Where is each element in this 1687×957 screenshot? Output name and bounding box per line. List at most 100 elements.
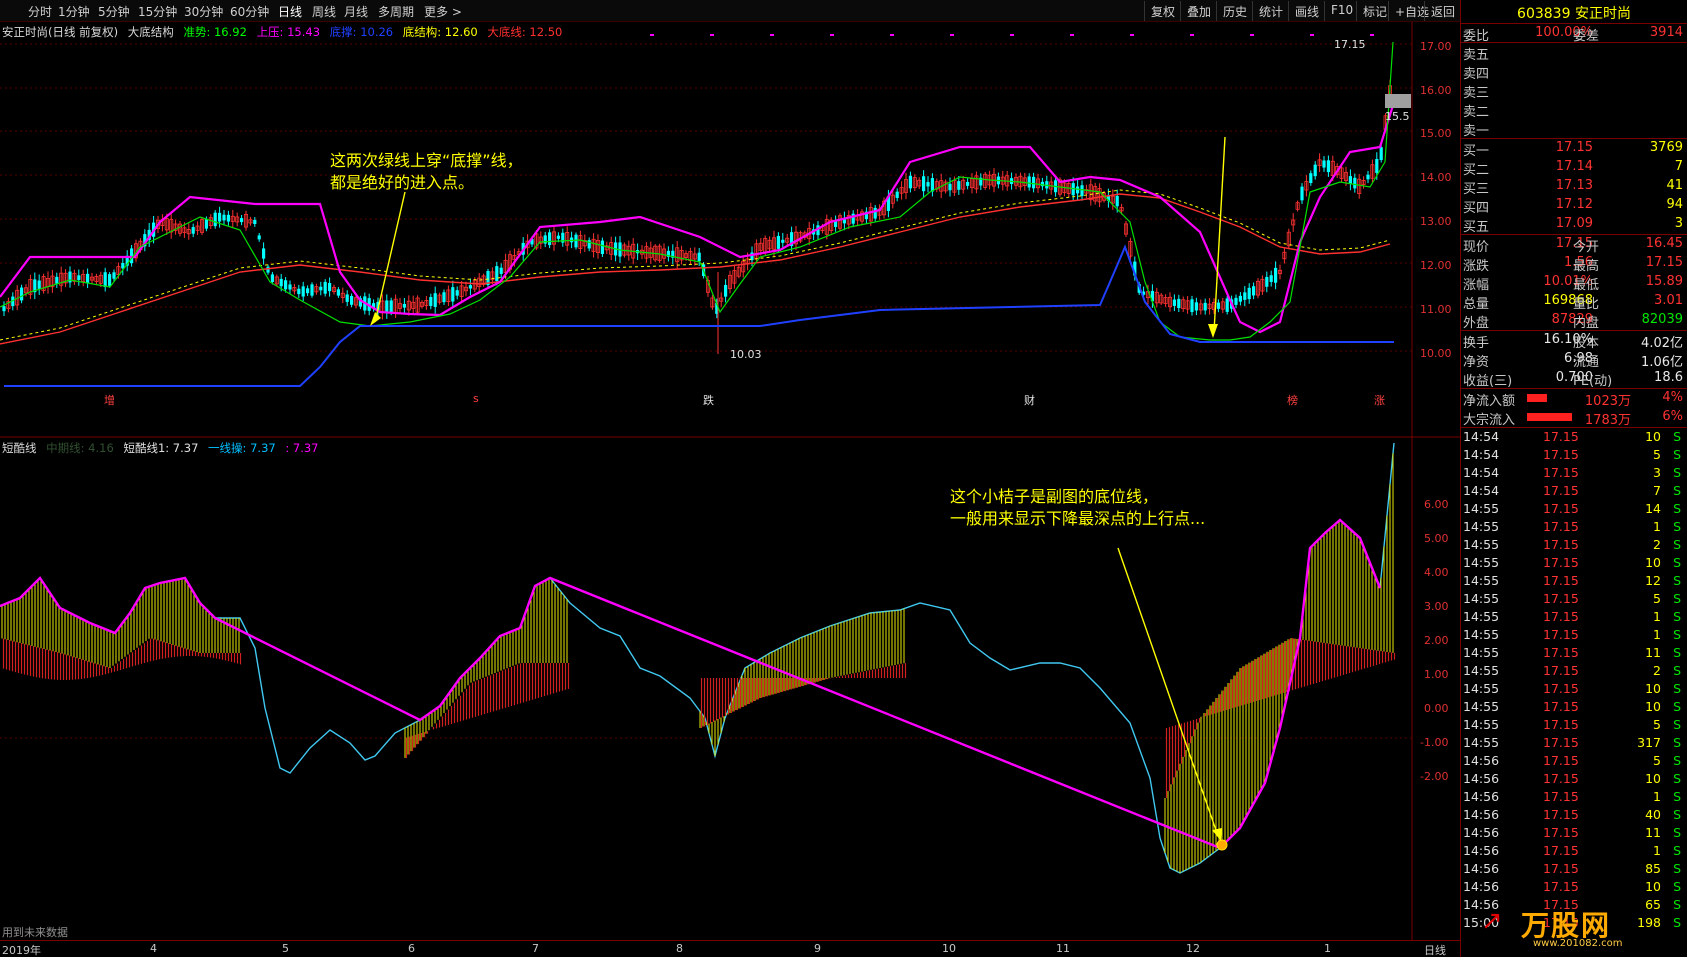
tick-price: 17.15 bbox=[1543, 699, 1579, 714]
top-marker bbox=[1070, 34, 1074, 36]
tick-side: S bbox=[1673, 627, 1681, 642]
candle-body bbox=[20, 287, 24, 301]
legend-short-line: 短酷线1: 7.37 bbox=[123, 441, 199, 455]
candle-body bbox=[108, 274, 112, 286]
bid-row: 买三 17.13 41 bbox=[1461, 177, 1687, 197]
candle-body bbox=[385, 300, 389, 313]
bid-price: 17.15 bbox=[1555, 140, 1593, 155]
tick-volume: 10 bbox=[1645, 879, 1661, 894]
candle-body bbox=[781, 239, 785, 243]
tick-volume: 5 bbox=[1653, 717, 1661, 732]
tick-volume: 1 bbox=[1653, 843, 1661, 858]
sub-indicator-chart[interactable]: 短酷线 中期线: 4.16 短酷线1: 7.37 一线操: 7.37 : 7.3… bbox=[0, 438, 1460, 940]
sub-indicator-name[interactable]: 短酷线 bbox=[2, 441, 37, 455]
note-line: 这个小桔子是副图的底位线， bbox=[950, 487, 1159, 506]
event-marker[interactable]: 榜 bbox=[1287, 392, 1298, 408]
tick-price: 17.15 bbox=[1543, 447, 1579, 462]
tick-row: 14:55 17.15 2 S bbox=[1461, 662, 1687, 680]
legend-line-op: 一线操: 7.37 bbox=[208, 441, 276, 455]
bid-label: 买五 bbox=[1463, 220, 1490, 235]
legend-big-bottom: 大底线: 12.50 bbox=[487, 25, 563, 39]
price-axis-label: 12.00 bbox=[1420, 259, 1452, 272]
event-marker[interactable]: 增 bbox=[104, 392, 115, 408]
sub-chart-canvas[interactable] bbox=[0, 438, 1460, 940]
tick-side: S bbox=[1673, 645, 1681, 660]
tick-volume: 317 bbox=[1637, 735, 1661, 750]
order-diff-label: 委差 bbox=[1573, 29, 1600, 44]
tick-time: 14:55 bbox=[1463, 609, 1500, 624]
candle-body bbox=[257, 235, 261, 240]
period-tab-more[interactable]: 更多 > bbox=[424, 3, 462, 20]
candle-body bbox=[1032, 176, 1036, 189]
tick-price: 17.15 bbox=[1543, 681, 1579, 696]
period-tab-monthly[interactable]: 月线 bbox=[344, 3, 368, 20]
line-op-highlight bbox=[0, 518, 1382, 850]
period-tab-timeshare[interactable]: 分时 bbox=[28, 3, 52, 20]
tick-volume: 5 bbox=[1653, 591, 1661, 606]
candle-body bbox=[253, 219, 257, 224]
main-chart-canvas[interactable] bbox=[0, 22, 1460, 438]
stat-label: PE(动) bbox=[1573, 374, 1613, 389]
time-axis-mode[interactable]: 日线 bbox=[1424, 942, 1446, 957]
indicator-name[interactable]: 大底结构 bbox=[128, 25, 174, 39]
candle-body bbox=[895, 191, 899, 198]
bid-price: 17.13 bbox=[1555, 178, 1593, 193]
tick-row: 14:54 17.15 7 S bbox=[1461, 482, 1687, 500]
flow-label: 净流入额 bbox=[1463, 394, 1516, 409]
overlay-button[interactable]: 叠加 bbox=[1180, 1, 1217, 21]
bid-volume: 94 bbox=[1666, 197, 1683, 212]
time-tick: 11 bbox=[1056, 942, 1070, 955]
tick-price: 17.15 bbox=[1543, 627, 1579, 642]
tick-list[interactable]: 14:54 17.15 10 S 14:54 17.15 5 S 14:54 17.… bbox=[1461, 428, 1687, 932]
ask-label: 卖五 bbox=[1463, 48, 1490, 63]
period-tab-multi[interactable]: 多周期 bbox=[378, 3, 414, 20]
tick-time: 14:55 bbox=[1463, 591, 1500, 606]
event-marker[interactable]: 跌 bbox=[703, 392, 714, 408]
back-button[interactable]: 返回 bbox=[1424, 1, 1461, 21]
bottom-orange-marker bbox=[1216, 839, 1228, 851]
candle-body bbox=[266, 266, 270, 273]
tick-time: 14:55 bbox=[1463, 681, 1500, 696]
period-tab-30min[interactable]: 30分钟 bbox=[184, 3, 223, 20]
event-marker[interactable]: s bbox=[473, 392, 479, 405]
top-marker bbox=[890, 34, 894, 36]
price-axis-label: 15.00 bbox=[1420, 127, 1452, 140]
tick-price: 17.15 bbox=[1543, 771, 1579, 786]
tick-price: 17.15 bbox=[1543, 807, 1579, 822]
event-marker[interactable]: 财 bbox=[1024, 392, 1035, 408]
tick-volume: 85 bbox=[1645, 861, 1661, 876]
event-marker[interactable]: 涨 bbox=[1374, 392, 1385, 408]
tick-time: 14:56 bbox=[1463, 753, 1500, 768]
tick-side: S bbox=[1673, 447, 1681, 462]
sub-axis-label: 0.00 bbox=[1424, 702, 1449, 715]
tick-price: 17.15 bbox=[1543, 735, 1579, 750]
period-tab-60min[interactable]: 60分钟 bbox=[230, 3, 269, 20]
main-kline-chart[interactable]: 安正时尚(日线 前复权) 大底结构 准势: 16.92 上压: 15.43 底撑… bbox=[0, 22, 1460, 438]
time-axis: 2019年 4 5 6 7 8 9 10 11 12 1 日线 bbox=[0, 940, 1460, 957]
history-button[interactable]: 历史 bbox=[1216, 1, 1253, 21]
adjust-rights-button[interactable]: 复权 bbox=[1144, 1, 1181, 21]
time-tick: 6 bbox=[408, 942, 415, 955]
period-tab-weekly[interactable]: 周线 bbox=[312, 3, 336, 20]
tick-row: 14:56 17.15 40 S bbox=[1461, 806, 1687, 824]
stat-label: 内盘 bbox=[1573, 316, 1600, 331]
period-tab-1min[interactable]: 1分钟 bbox=[58, 3, 90, 20]
statistics-button[interactable]: 统计 bbox=[1252, 1, 1289, 21]
tick-side: S bbox=[1673, 789, 1681, 804]
candle-body bbox=[297, 288, 301, 295]
tick-row: 14:55 17.15 14 S bbox=[1461, 500, 1687, 518]
tick-price: 17.15 bbox=[1543, 483, 1579, 498]
candle-body bbox=[1348, 176, 1352, 184]
f10-button[interactable]: F10 bbox=[1324, 1, 1359, 21]
legend-bottom-structure: 底结构: 12.60 bbox=[402, 25, 478, 39]
period-tab-5min[interactable]: 5分钟 bbox=[98, 3, 130, 20]
draw-line-button[interactable]: 画线 bbox=[1288, 1, 1325, 21]
period-tab-daily[interactable]: 日线 bbox=[278, 3, 302, 20]
period-tab-15min[interactable]: 15分钟 bbox=[138, 3, 177, 20]
tick-row: 14:56 17.15 1 S bbox=[1461, 788, 1687, 806]
stat-label: 股本 bbox=[1573, 336, 1600, 351]
tick-volume: 14 bbox=[1645, 501, 1661, 516]
ask-row: 卖一 bbox=[1461, 119, 1687, 139]
stat-label: 最高 bbox=[1573, 259, 1600, 274]
ask-row: 卖五 bbox=[1461, 43, 1687, 63]
